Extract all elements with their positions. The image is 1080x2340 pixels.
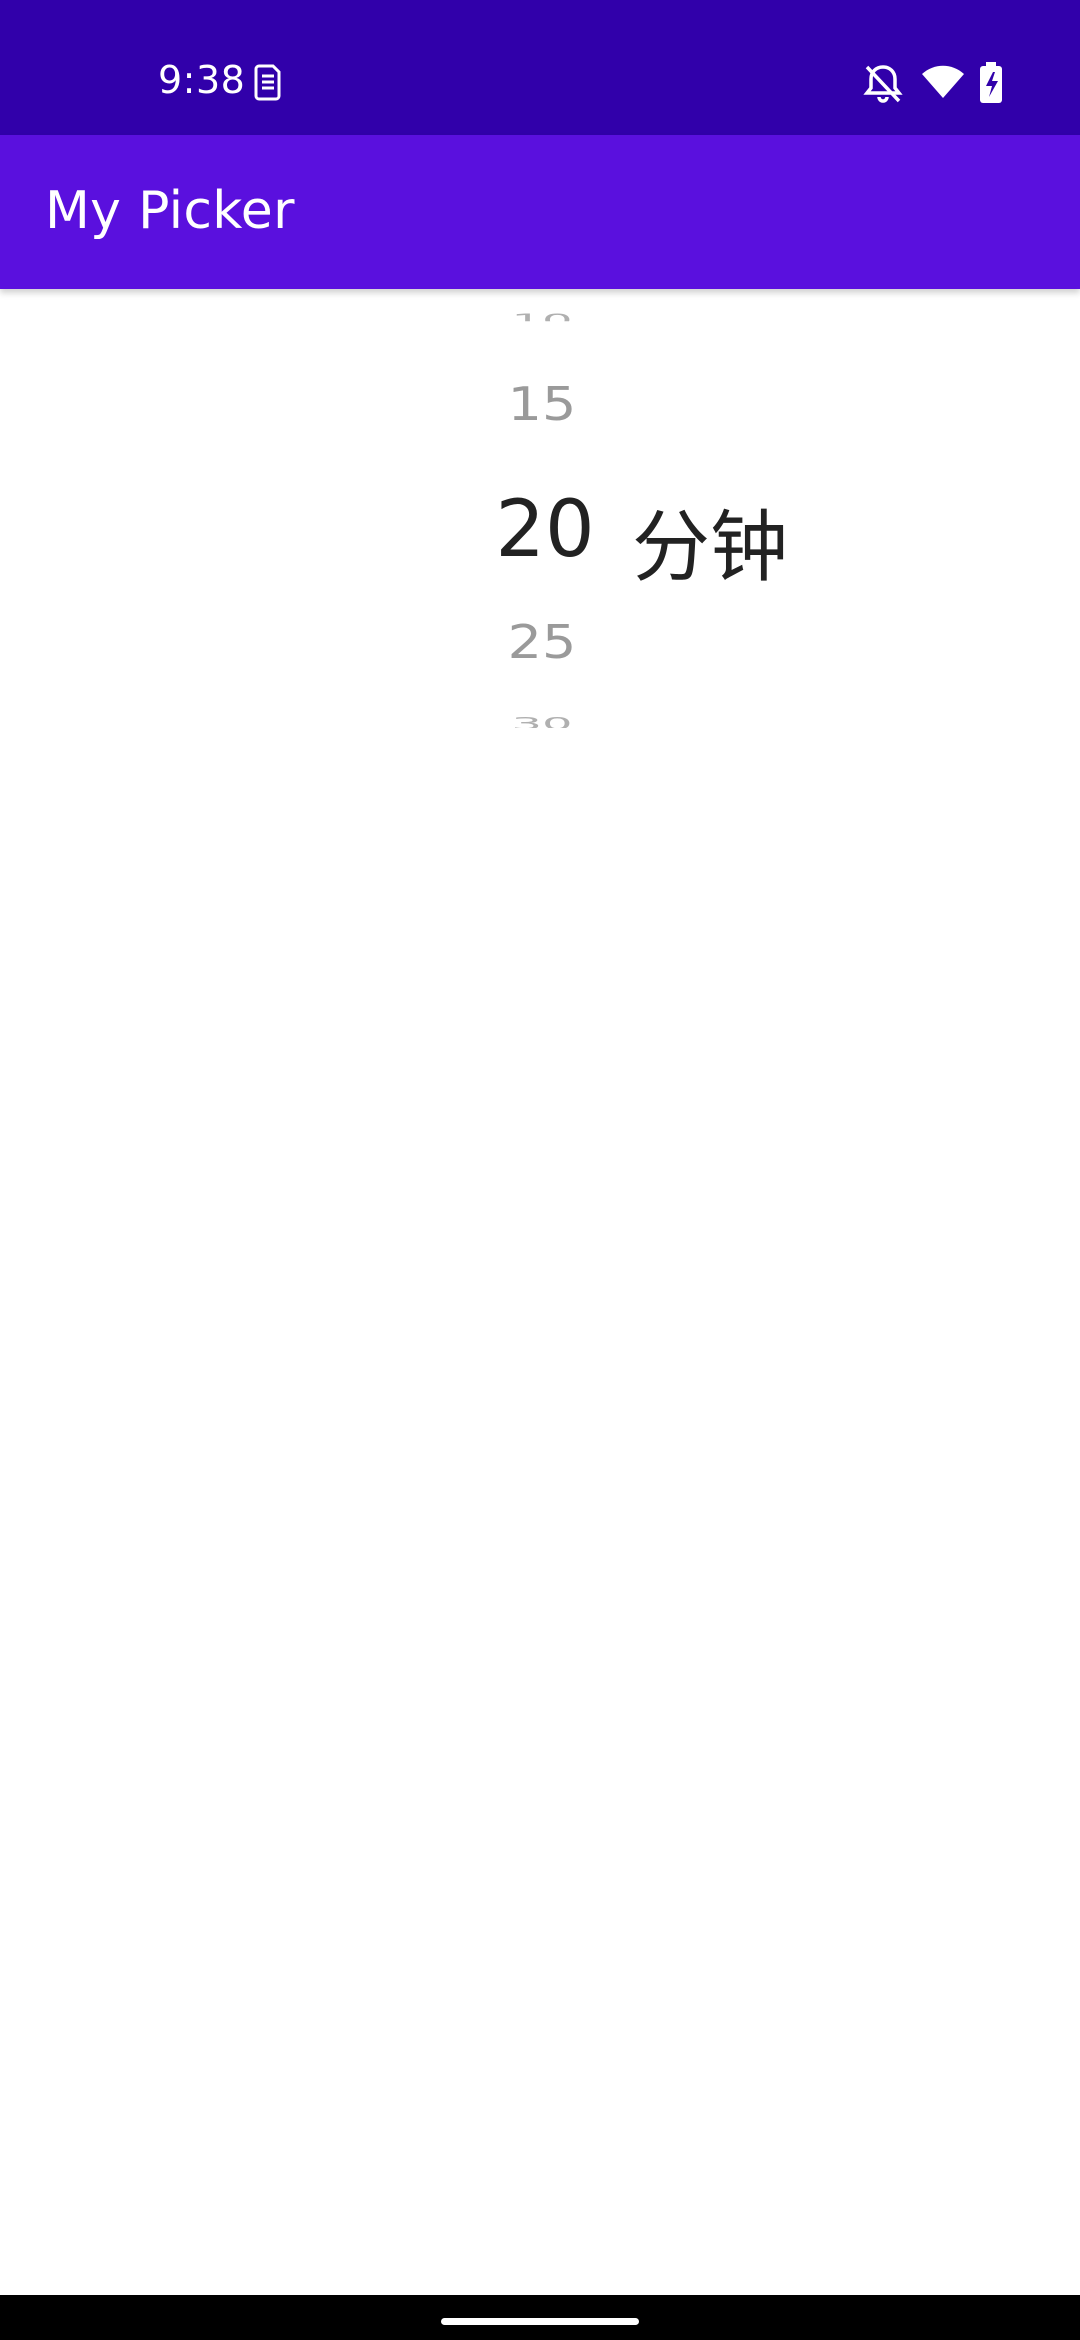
picker-item[interactable]: 30: [492, 714, 592, 728]
notifications-muted-icon: [863, 65, 903, 103]
picker-item[interactable]: 15: [492, 378, 592, 432]
unit-label: 分钟: [632, 503, 789, 593]
picker-item[interactable]: 10: [492, 311, 592, 322]
battery-charging-icon: [980, 62, 1002, 103]
home-gesture-handle[interactable]: [441, 2318, 639, 2325]
wifi-icon: [922, 65, 964, 98]
sim-icon: [254, 64, 281, 101]
status-time: 9:38: [158, 58, 246, 102]
app-bar: My Picker: [0, 135, 1080, 289]
status-bar: 9:38: [0, 0, 1080, 135]
app-title: My Picker: [45, 181, 295, 241]
minute-picker[interactable]: 10 15 20 分钟 25 30: [0, 289, 1080, 769]
picker-item[interactable]: 25: [492, 616, 592, 670]
navigation-bar: [0, 2295, 1080, 2340]
screen: 9:38 My Picker 10 15 20 分钟 25 30: [0, 0, 1080, 2340]
picker-selected-item[interactable]: 20: [490, 485, 600, 575]
